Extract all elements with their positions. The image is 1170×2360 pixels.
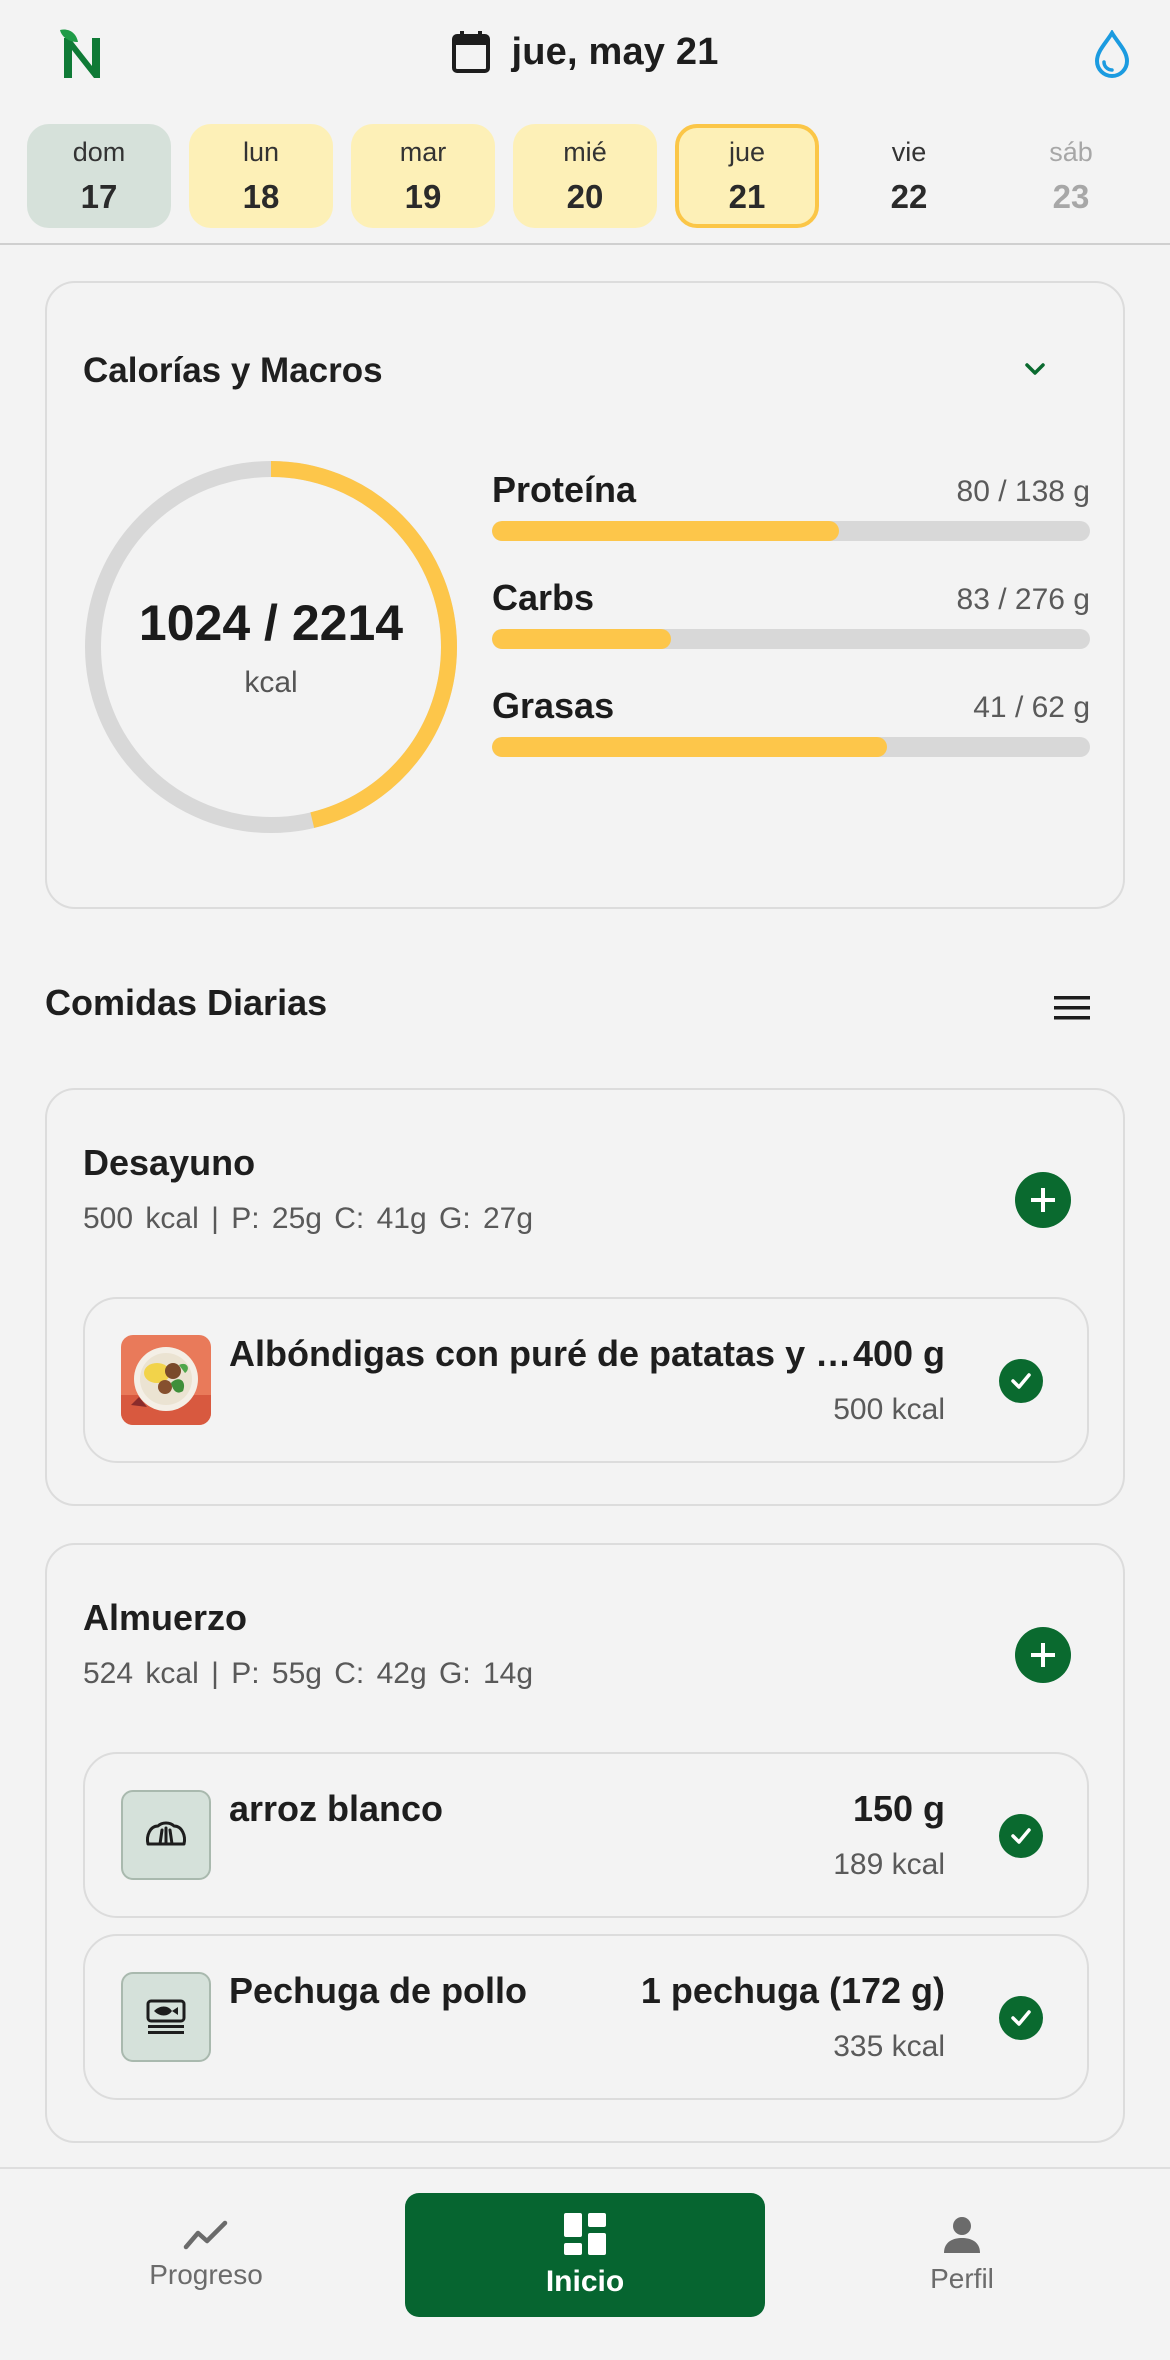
day-number: 21 [728,177,766,215]
day-sun[interactable]: dom 17 [27,124,171,228]
day-fri[interactable]: vie 22 [837,124,981,228]
nav-label: Inicio [545,2265,625,2298]
calorie-summary: 1024 / 2214 kcal [83,459,459,835]
meal-summary: 500 kcal | P: 25g C: 41g G: 27g [83,1202,534,1235]
dashboard-icon [564,2213,606,2255]
food-item[interactable]: arroz blanco 150 g 189 kcal [83,1752,1089,1918]
macro-protein: Proteína 80 / 138 g [492,469,1090,541]
meal-summary: 524 kcal | P: 55g C: 42g G: 14g [83,1657,534,1690]
day-number: 20 [566,177,604,215]
macro-value: 83 / 276 g [956,583,1090,616]
food-item[interactable]: Albóndigas con puré de patatas y … 400 g… [83,1297,1089,1463]
card-title: Calorías y Macros [83,351,383,390]
app-screen: jue, may 21 dom 17 lun 18 mar 19 mié 20 … [0,0,1170,2360]
calorie-unit: kcal [244,666,298,699]
nav-label: Perfil [930,2263,994,2294]
plus-icon [1031,1188,1055,1212]
food-kcal: 500 kcal [833,1393,945,1426]
macro-carbs: Carbs 83 / 276 g [492,577,1090,649]
calorie-value: 1024 / 2214 [138,595,404,651]
food-item[interactable]: Pechuga de pollo 1 pechuga (172 g) 335 k… [83,1934,1089,2100]
meal-card-lunch: Almuerzo 524 kcal | P: 55g C: 42g G: 14g… [45,1543,1125,2143]
food-name: arroz blanco [229,1788,444,1829]
day-mon[interactable]: lun 18 [189,124,333,228]
macro-bar [492,521,1090,541]
plus-icon [1031,1643,1055,1667]
check-icon[interactable] [999,1996,1043,2040]
fish-icon [121,1972,211,2062]
food-kcal: 335 kcal [833,2030,945,2063]
food-quantity: 400 g [852,1333,945,1374]
meal-card-breakfast: Desayuno 500 kcal | P: 25g C: 41g G: 27g [45,1088,1125,1506]
add-food-button[interactable] [1015,1172,1071,1228]
menu-icon[interactable] [1052,990,1092,1026]
nav-home[interactable]: Inicio [405,2193,765,2317]
macro-bar [492,629,1090,649]
food-name: Albóndigas con puré de patatas y … [229,1333,852,1374]
date-label: jue, may 21 [511,30,719,73]
add-food-button[interactable] [1015,1627,1071,1683]
macro-bar-fill [492,737,887,757]
food-photo [121,1335,211,1425]
day-thu-selected[interactable]: jue 21 [675,124,819,228]
day-number: 18 [242,177,280,215]
nav-label: Progreso [149,2259,263,2290]
day-number: 17 [80,177,118,215]
day-number: 23 [1052,177,1090,215]
bottom-navigation: Progreso Inicio Perfil [0,2167,1170,2360]
week-day-strip: dom 17 lun 18 mar 19 mié 20 jue 21 vie 2… [27,124,1143,228]
date-selector[interactable]: jue, may 21 [0,30,1170,74]
check-icon[interactable] [999,1814,1043,1858]
person-icon [944,2217,980,2253]
day-name: mié [563,136,607,167]
macro-fat: Grasas 41 / 62 g [492,685,1090,757]
trend-icon [183,2220,228,2250]
day-number: 19 [404,177,442,215]
day-name: dom [72,136,126,167]
food-quantity: 1 pechuga (172 g) [640,1970,945,2011]
calendar-icon [452,31,491,73]
day-name: sáb [1049,136,1093,167]
food-name: Pechuga de pollo [229,1970,528,2011]
food-quantity: 150 g [852,1788,945,1829]
macro-bar-fill [492,521,839,541]
day-sat[interactable]: sáb 23 [999,124,1143,228]
day-wed[interactable]: mié 20 [513,124,657,228]
nav-progress[interactable]: Progreso [26,2193,386,2317]
macro-value: 41 / 62 g [973,691,1090,724]
macro-bar-fill [492,629,672,649]
macro-bar [492,737,1090,757]
day-name: jue [728,136,766,167]
header-divider [0,243,1170,245]
daily-meals-title: Comidas Diarias [45,982,328,1023]
meal-title: Desayuno [83,1142,256,1183]
food-kcal: 189 kcal [833,1848,945,1881]
bread-icon [121,1790,211,1880]
day-name: mar [399,136,447,167]
day-number: 22 [890,177,928,215]
meal-title: Almuerzo [83,1597,248,1638]
day-name: lun [242,136,280,167]
top-bar: jue, may 21 [0,0,1170,112]
nav-profile[interactable]: Perfil [782,2193,1142,2317]
day-name: vie [891,136,927,167]
water-drop-icon[interactable] [1092,30,1132,78]
macro-value: 80 / 138 g [956,475,1090,508]
day-tue[interactable]: mar 19 [351,124,495,228]
calories-macros-card: Calorías y Macros 1024 / 2214 kcal Prote… [45,281,1125,909]
check-icon[interactable] [999,1359,1043,1403]
chevron-down-icon[interactable] [1019,353,1051,385]
